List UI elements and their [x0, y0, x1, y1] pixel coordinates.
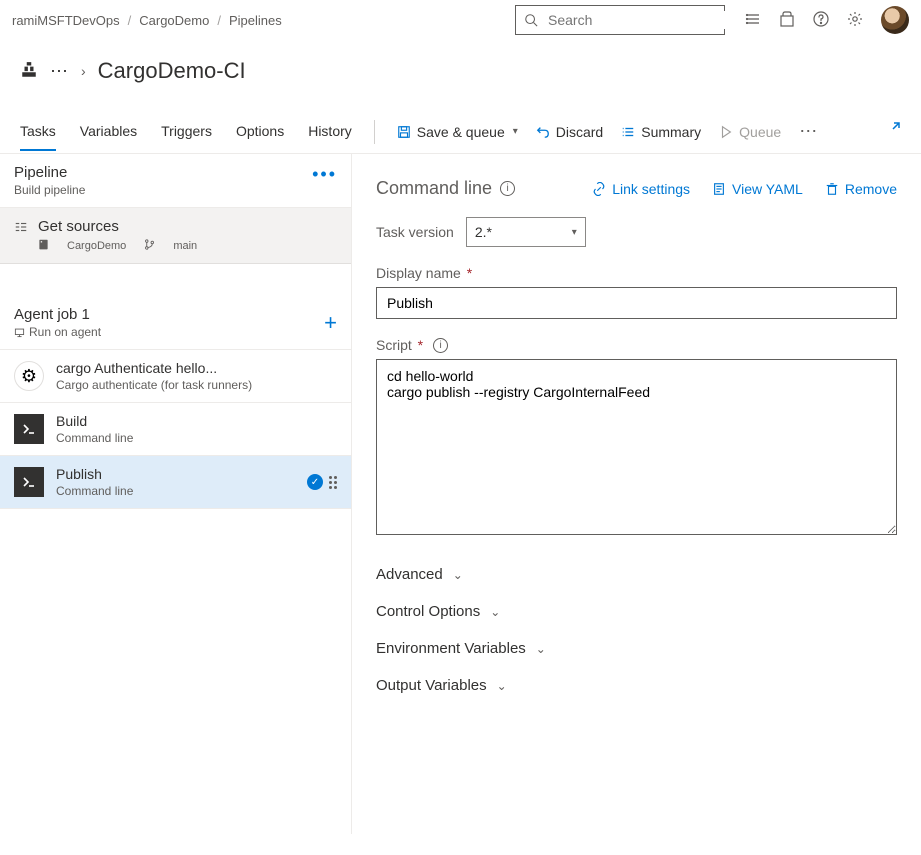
sources-icon — [14, 218, 28, 253]
panel-title: Command line i — [376, 178, 515, 199]
pipeline-more-icon[interactable]: ••• — [312, 164, 337, 185]
fullscreen-icon[interactable] — [885, 121, 901, 142]
terminal-icon — [14, 414, 44, 444]
drag-handle-icon[interactable] — [329, 476, 337, 489]
view-yaml-button[interactable]: View YAML — [712, 181, 803, 197]
discard-button[interactable]: Discard — [536, 124, 603, 140]
more-actions-icon[interactable]: ⋯ — [799, 121, 819, 142]
script-label: Script * — [376, 337, 423, 353]
task-sub: Cargo authenticate (for task runners) — [56, 378, 252, 392]
chevron-down-icon: ⌄ — [490, 605, 500, 619]
display-name-input[interactable] — [376, 287, 897, 319]
breadcrumb-sep: / — [128, 13, 132, 28]
job-name: Agent job 1 — [14, 306, 101, 323]
repo-icon — [38, 239, 49, 253]
task-version-label: Task version — [376, 224, 454, 240]
control-options-toggle[interactable]: Control Options⌄ — [376, 593, 897, 630]
task-publish[interactable]: Publish Command line ✓ — [0, 456, 351, 509]
save-icon — [397, 125, 411, 139]
undo-icon — [536, 125, 550, 139]
pipeline-sub: Build pipeline — [14, 183, 85, 197]
divider — [374, 120, 375, 144]
breadcrumb-org[interactable]: ramiMSFTDevOps — [12, 13, 120, 28]
summary-label: Summary — [641, 124, 701, 140]
list-icon — [621, 125, 635, 139]
marketplace-icon[interactable] — [779, 11, 795, 30]
settings-icon[interactable] — [847, 11, 863, 30]
breadcrumb: ramiMSFTDevOps / CargoDemo / Pipelines — [12, 13, 282, 28]
chevron-down-icon: ⌄ — [453, 568, 463, 582]
pipeline-name: Pipeline — [14, 164, 85, 181]
agent-job[interactable]: Agent job 1 Run on agent + — [0, 292, 351, 350]
search-input-container[interactable] — [515, 5, 725, 35]
check-icon: ✓ — [307, 474, 323, 490]
summary-button[interactable]: Summary — [621, 124, 701, 140]
breadcrumb-sep: / — [217, 13, 221, 28]
get-sources[interactable]: Get sources CargoDemo main — [0, 208, 351, 264]
remove-button[interactable]: Remove — [825, 181, 897, 197]
title-more-icon[interactable]: ⋯ — [50, 67, 69, 76]
info-icon[interactable]: i — [500, 181, 515, 196]
rust-icon: ⚙ — [14, 361, 44, 391]
sources-name: Get sources — [38, 218, 197, 235]
chevron-down-icon: ⌄ — [536, 642, 546, 656]
task-cargo-authenticate[interactable]: ⚙ cargo Authenticate hello... Cargo auth… — [0, 350, 351, 403]
breadcrumb-project[interactable]: CargoDemo — [139, 13, 209, 28]
page-title: CargoDemo-CI — [98, 58, 246, 84]
task-version-select[interactable]: 2.* ▾ — [466, 217, 586, 247]
avatar[interactable] — [881, 6, 909, 34]
chevron-down-icon: ▾ — [513, 126, 518, 137]
save-queue-label: Save & queue — [417, 124, 505, 140]
queue-button: Queue — [719, 124, 781, 140]
task-sub: Command line — [56, 431, 133, 445]
chevron-right-icon: › — [81, 63, 86, 79]
pipeline-icon — [20, 61, 38, 82]
search-icon — [524, 13, 538, 27]
advanced-toggle[interactable]: Advanced⌄ — [376, 556, 897, 593]
tab-history[interactable]: History — [308, 113, 352, 150]
add-task-button[interactable]: + — [324, 310, 337, 336]
agent-icon — [14, 327, 25, 338]
output-vars-toggle[interactable]: Output Variables⌄ — [376, 667, 897, 704]
env-vars-toggle[interactable]: Environment Variables⌄ — [376, 630, 897, 667]
tab-variables[interactable]: Variables — [80, 113, 137, 150]
task-sub: Command line — [56, 484, 133, 498]
tab-triggers[interactable]: Triggers — [161, 113, 212, 150]
work-items-icon[interactable] — [745, 11, 761, 30]
sources-repo: CargoDemo — [67, 240, 126, 252]
script-input[interactable] — [376, 359, 897, 535]
tab-options[interactable]: Options — [236, 113, 284, 150]
info-icon[interactable]: i — [433, 338, 448, 353]
task-name: Publish — [56, 466, 133, 482]
link-settings-button[interactable]: Link settings — [592, 181, 690, 197]
discard-label: Discard — [556, 124, 603, 140]
display-name-label: Display name * — [376, 265, 472, 281]
task-name: Build — [56, 413, 133, 429]
play-icon — [719, 125, 733, 139]
chevron-down-icon: ⌄ — [497, 679, 507, 693]
task-version-value: 2.* — [475, 224, 492, 240]
chevron-down-icon: ▾ — [572, 227, 577, 238]
help-icon[interactable] — [813, 11, 829, 30]
yaml-icon — [712, 182, 726, 196]
sources-branch: main — [173, 240, 197, 252]
task-build[interactable]: Build Command line — [0, 403, 351, 456]
branch-icon — [144, 239, 155, 253]
task-name: cargo Authenticate hello... — [56, 360, 252, 376]
breadcrumb-section[interactable]: Pipelines — [229, 13, 282, 28]
link-icon — [592, 182, 606, 196]
tab-tasks[interactable]: Tasks — [20, 113, 56, 151]
save-queue-button[interactable]: Save & queue ▾ — [397, 124, 518, 140]
queue-label: Queue — [739, 124, 781, 140]
pipeline-header[interactable]: Pipeline Build pipeline ••• — [0, 154, 351, 208]
terminal-icon — [14, 467, 44, 497]
search-input[interactable] — [546, 11, 731, 29]
job-sub: Run on agent — [14, 325, 101, 339]
trash-icon — [825, 182, 839, 196]
